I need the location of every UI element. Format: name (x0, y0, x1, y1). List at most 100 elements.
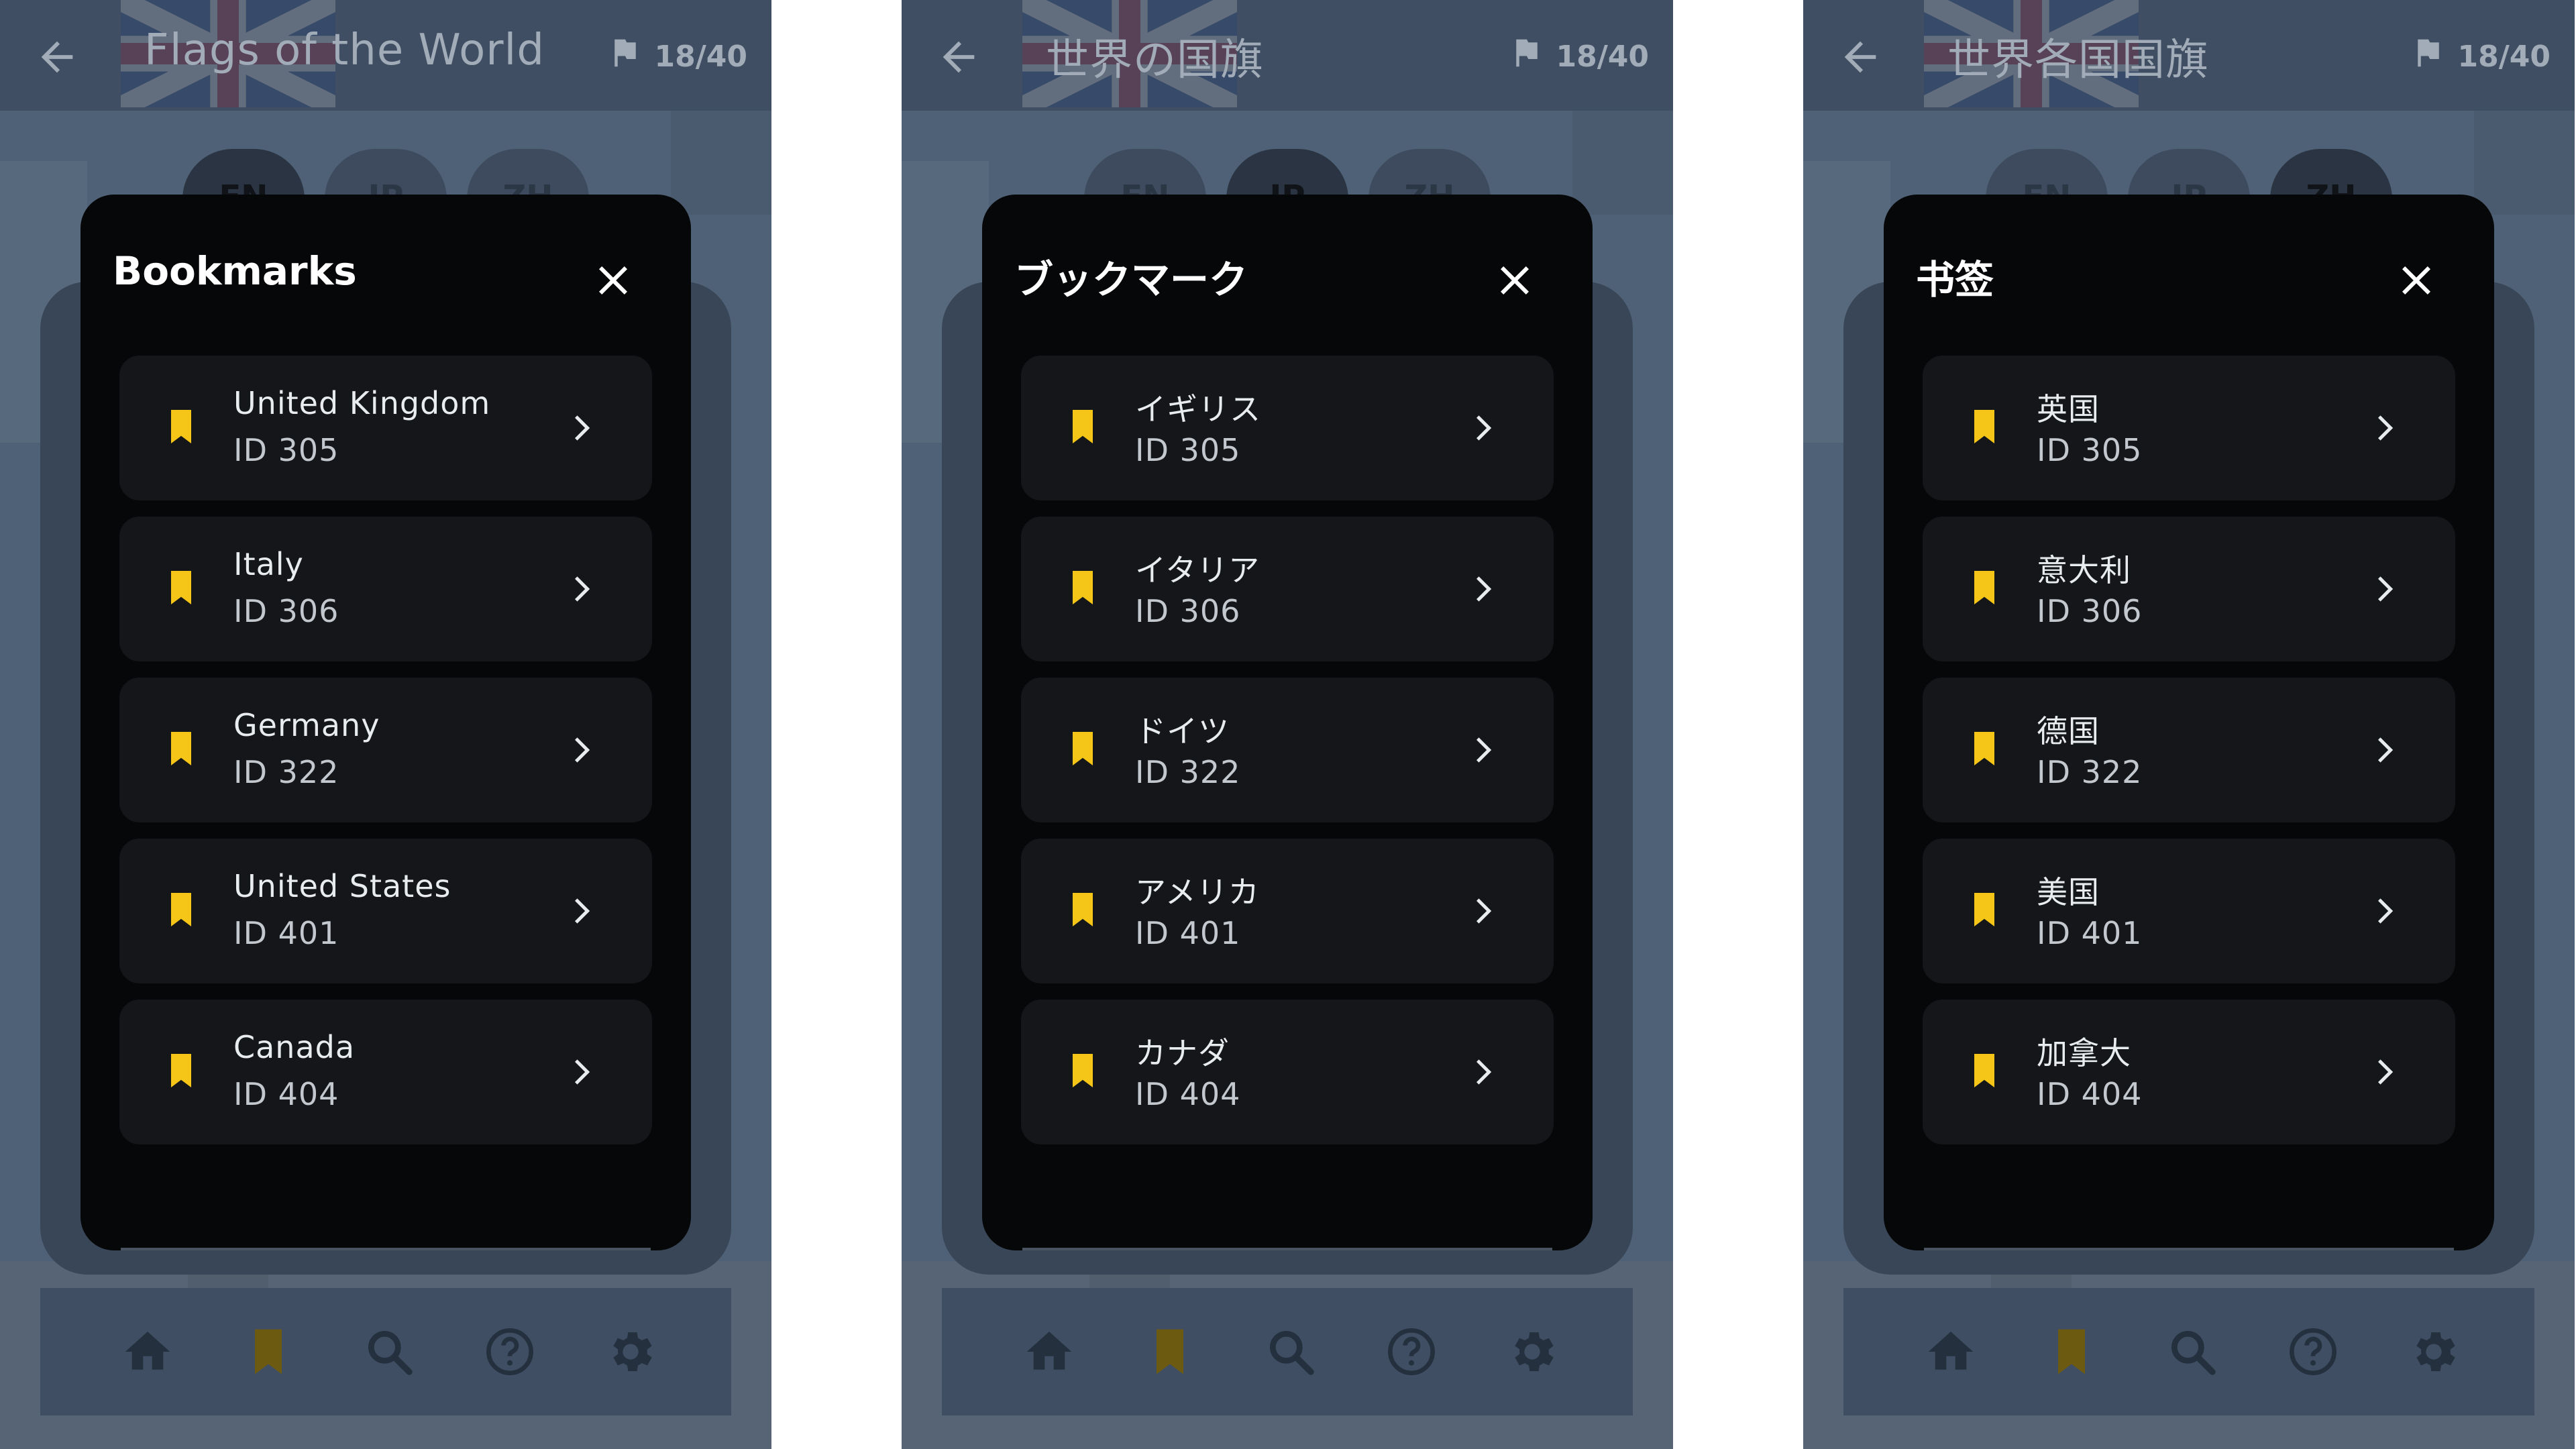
bookmark-country-id: ID 401 (1135, 915, 1241, 951)
bookmark-item[interactable]: 英国 ID 305 (1923, 356, 2455, 500)
bookmark-item[interactable]: Germany ID 322 (119, 678, 652, 822)
bookmark-country-name: 美国 (2037, 874, 2100, 910)
bookmark-country-name: United Kingdom (233, 385, 491, 421)
bookmark-icon (161, 890, 201, 932)
background-flag-tile (1572, 107, 1673, 215)
bookmark-country-id: ID 404 (1135, 1076, 1241, 1112)
bookmark-country-name: 德国 (2037, 713, 2100, 749)
bookmark-icon (161, 568, 201, 610)
chevron-right-icon (2364, 1053, 2402, 1091)
chevron-right-icon (1462, 892, 1500, 930)
bookmark-country-name: アメリカ (1135, 874, 1260, 910)
bookmark-country-id: ID 401 (233, 915, 339, 951)
dialog-divider (1924, 1248, 2454, 1250)
chevron-right-icon (2364, 409, 2402, 447)
bookmark-country-id: ID 322 (233, 754, 339, 790)
search-icon[interactable] (1264, 1325, 1318, 1379)
bookmark-icon (1964, 407, 2004, 449)
chevron-right-icon (1462, 570, 1500, 608)
bookmark-item[interactable]: イタリア ID 306 (1021, 517, 1554, 661)
bookmark-icon (161, 1051, 201, 1093)
bookmark-country-id: ID 404 (2037, 1076, 2143, 1112)
bookmark-item[interactable]: Italy ID 306 (119, 517, 652, 661)
background-flag-tile (671, 107, 771, 215)
close-icon[interactable] (589, 256, 637, 305)
phone-screen: 世界の国旗 18/40 イプで自動保存されます） ENJPZH ブックマーク イ… (902, 0, 1673, 1449)
bookmark-item[interactable]: 加拿大 ID 404 (1923, 1000, 2455, 1144)
bottom-navigation (1843, 1288, 2534, 1415)
bookmark-country-name: Germany (233, 707, 380, 743)
bookmarks-dialog: ブックマーク イギリス ID 305 イタリア ID 306 ドイツ ID 32… (982, 195, 1593, 1250)
arrow-left-icon[interactable] (1837, 34, 1884, 80)
bookmark-country-name: Italy (233, 546, 304, 582)
bookmark-icon (1063, 890, 1103, 932)
chevron-right-icon (2364, 892, 2402, 930)
home-icon[interactable] (121, 1325, 174, 1379)
bookmark-country-id: ID 306 (1135, 593, 1241, 629)
bookmark-icon (1063, 729, 1103, 771)
bookmark-item[interactable]: United Kingdom ID 305 (119, 356, 652, 500)
app-title: 世界の国旗 (1046, 36, 1264, 85)
app-bar: 世界の国旗 18/40 (902, 0, 1673, 111)
bookmark-country-id: ID 401 (2037, 915, 2143, 951)
bookmark-country-name: カナダ (1135, 1035, 1230, 1071)
chevron-right-icon (561, 1053, 598, 1091)
bookmark-icon[interactable] (241, 1325, 295, 1379)
bookmark-icon (1964, 1051, 2004, 1093)
bookmark-icon (1964, 729, 2004, 771)
search-icon[interactable] (2165, 1325, 2219, 1379)
bookmark-item[interactable]: カナダ ID 404 (1021, 1000, 1554, 1144)
phone-screen: Flags of the World 18/40 saved on swipe)… (0, 0, 771, 1449)
dialog-divider (121, 1248, 651, 1250)
bookmark-item[interactable]: 德国 ID 322 (1923, 678, 2455, 822)
bookmark-country-id: ID 306 (2037, 593, 2143, 629)
arrow-left-icon[interactable] (935, 34, 982, 80)
bookmark-country-name: 英国 (2037, 391, 2100, 427)
close-icon[interactable] (2392, 256, 2440, 305)
bookmark-item[interactable]: 美国 ID 401 (1923, 839, 2455, 983)
bookmark-item[interactable]: 意大利 ID 306 (1923, 517, 2455, 661)
bookmark-country-id: ID 322 (1135, 754, 1241, 790)
dialog-divider (1022, 1248, 1552, 1250)
progress-counter: 18/40 (1509, 35, 1649, 78)
bookmark-icon[interactable] (2045, 1325, 2098, 1379)
bookmark-item[interactable]: Canada ID 404 (119, 1000, 652, 1144)
home-icon[interactable] (1022, 1325, 1076, 1379)
bookmark-country-id: ID 305 (2037, 432, 2143, 468)
bookmark-country-name: 加拿大 (2037, 1035, 2131, 1071)
arrow-left-icon[interactable] (34, 34, 80, 80)
app-bar: 世界各国国旗 18/40 (1803, 0, 2575, 111)
bookmark-list: イギリス ID 305 イタリア ID 306 ドイツ ID 322 アメリカ … (1021, 356, 1554, 1161)
bookmark-country-name: Canada (233, 1029, 356, 1065)
home-icon[interactable] (1924, 1325, 1978, 1379)
comparison-page: Flags of the World 18/40 saved on swipe)… (0, 0, 2576, 1449)
bookmark-country-id: ID 305 (1135, 432, 1241, 468)
bookmark-item[interactable]: United States ID 401 (119, 839, 652, 983)
gear-icon[interactable] (1505, 1325, 1559, 1379)
help-circle-icon[interactable] (483, 1325, 537, 1379)
bookmark-item[interactable]: ドイツ ID 322 (1021, 678, 1554, 822)
close-icon[interactable] (1491, 256, 1539, 305)
help-circle-icon[interactable] (2286, 1325, 2340, 1379)
gear-icon[interactable] (604, 1325, 657, 1379)
bookmarks-dialog: Bookmarks United Kingdom ID 305 Italy ID… (80, 195, 691, 1250)
bookmark-item[interactable]: アメリカ ID 401 (1021, 839, 1554, 983)
dialog-title: Bookmarks (113, 248, 357, 294)
bookmark-icon[interactable] (1143, 1325, 1197, 1379)
gear-icon[interactable] (2407, 1325, 2461, 1379)
search-icon[interactable] (362, 1325, 416, 1379)
bookmark-item[interactable]: イギリス ID 305 (1021, 356, 1554, 500)
bookmark-country-id: ID 404 (233, 1076, 339, 1112)
chevron-right-icon (1462, 731, 1500, 769)
bookmark-country-name: イタリア (1135, 552, 1260, 588)
chevron-right-icon (561, 892, 598, 930)
app-title: Flags of the World (144, 25, 545, 75)
bookmark-icon (1063, 407, 1103, 449)
dialog-title: ブックマーク (1014, 257, 1248, 303)
bookmark-icon (161, 407, 201, 449)
bookmark-list: 英国 ID 305 意大利 ID 306 德国 ID 322 美国 ID 401… (1923, 356, 2455, 1161)
chevron-right-icon (1462, 1053, 1500, 1091)
chevron-right-icon (2364, 731, 2402, 769)
help-circle-icon[interactable] (1385, 1325, 1438, 1379)
bookmark-icon (1063, 568, 1103, 610)
